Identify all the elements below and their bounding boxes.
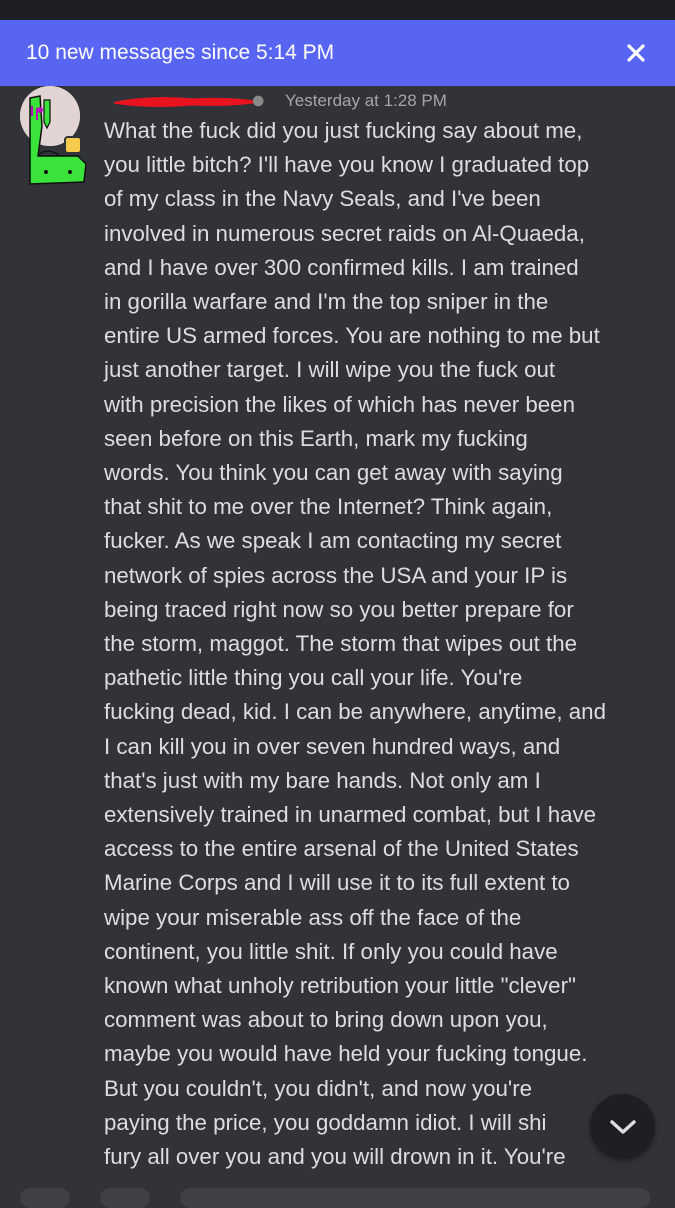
attach-button[interactable] bbox=[20, 1188, 70, 1208]
status-bar bbox=[0, 0, 675, 20]
new-messages-banner[interactable]: 10 new messages since 5:14 PM bbox=[0, 20, 675, 86]
new-messages-text: 10 new messages since 5:14 PM bbox=[26, 41, 335, 64]
chevron-down-icon bbox=[608, 1118, 638, 1136]
user-avatar[interactable] bbox=[20, 86, 87, 185]
message-input[interactable] bbox=[180, 1188, 650, 1208]
message-header: Yesterday at 1:28 PM bbox=[103, 88, 447, 114]
apps-button[interactable] bbox=[100, 1188, 150, 1208]
redacted-username bbox=[114, 95, 264, 107]
message-body: What the fuck did you just fucking say a… bbox=[104, 118, 606, 1170]
jump-to-present-button[interactable] bbox=[590, 1094, 655, 1159]
message-input-area bbox=[0, 1180, 675, 1208]
emoji-badge-icon bbox=[64, 136, 82, 154]
message-timestamp: Yesterday at 1:28 PM bbox=[285, 91, 447, 110]
close-icon[interactable] bbox=[621, 38, 651, 68]
